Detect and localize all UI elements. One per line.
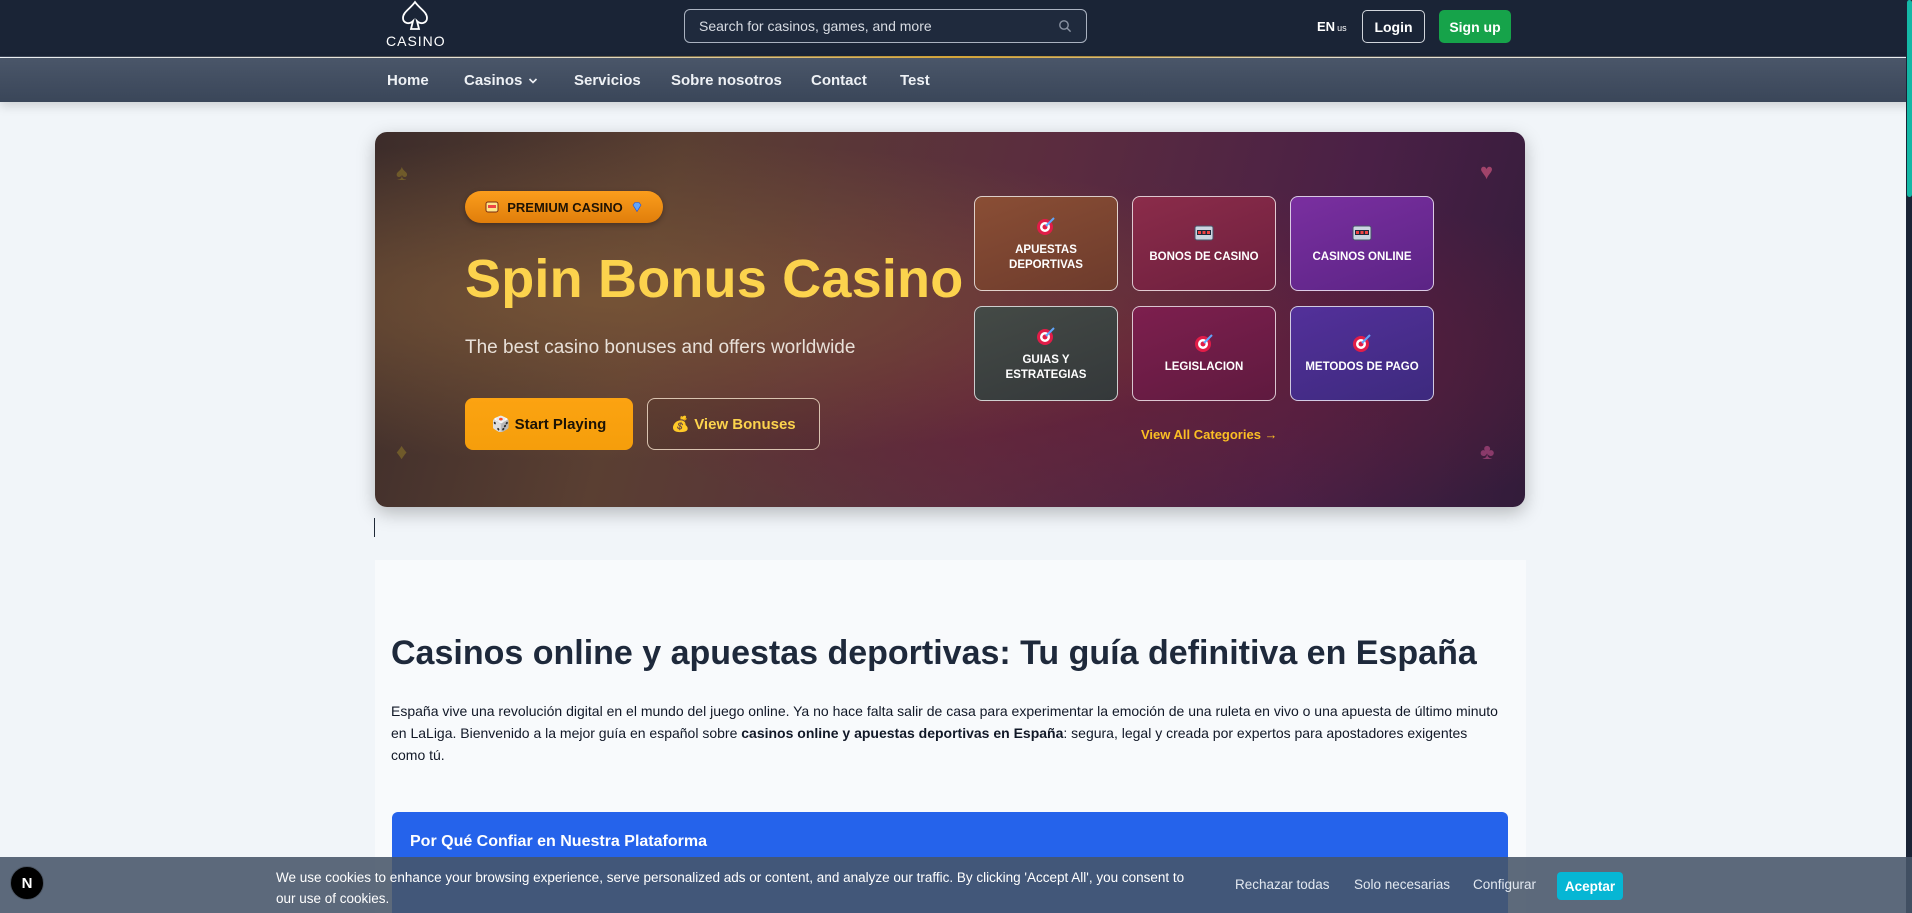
slot-machine-icon — [1352, 225, 1372, 241]
view-bonuses-button[interactable]: 💰 View Bonuses — [647, 398, 820, 450]
diamond-suit-icon: ♦ — [396, 439, 408, 464]
diamond-gem-icon — [632, 202, 642, 213]
target-icon — [1037, 217, 1055, 236]
trust-title: Por Qué Confiar en Nuestra Plataforma — [410, 833, 707, 850]
category-label: GUIAS Y ESTRATEGIAS — [1005, 354, 1087, 381]
nav-item-contact[interactable]: Contact — [811, 72, 867, 89]
search-box[interactable] — [684, 9, 1087, 43]
logo-text: CASINO — [386, 33, 446, 49]
view-all-categories-link[interactable]: View All Categories → — [1141, 427, 1278, 442]
scrollbar-thumb[interactable] — [1907, 0, 1912, 197]
language-selector[interactable]: EN us — [1317, 19, 1347, 34]
category-label: BONOS DE CASINO — [1149, 251, 1259, 264]
category-legislacion[interactable]: LEGISLACION — [1132, 306, 1276, 401]
category-apuestas-deportivas[interactable]: APUESTAS DEPORTIVAS — [974, 196, 1118, 291]
chevron-down-icon — [529, 78, 538, 84]
category-label: LEGISLACION — [1164, 361, 1244, 374]
category-bonos-de-casino[interactable]: BONOS DE CASINO — [1132, 196, 1276, 291]
content-title: Casinos online y apuestas deportivas: Tu… — [391, 634, 1477, 672]
language-code: EN — [1317, 19, 1336, 34]
signup-button[interactable]: Sign up — [1439, 10, 1511, 43]
spade-icon — [402, 0, 428, 30]
category-label: APUESTAS DEPORTIVAS — [1009, 244, 1083, 271]
start-playing-button[interactable]: 🎲 Start Playing — [465, 398, 633, 450]
category-guias-y-estrategias[interactable]: GUIAS Y ESTRATEGIAS — [974, 306, 1118, 401]
target-icon — [1195, 334, 1213, 353]
slot-machine-icon — [1194, 225, 1214, 241]
text-caret — [374, 518, 375, 537]
nav-item-servicios[interactable]: Servicios — [574, 72, 641, 89]
category-label: METODOS DE PAGO — [1305, 361, 1419, 374]
nav-item-casinos[interactable]: Casinos — [464, 72, 538, 89]
slot-machine-icon — [485, 201, 499, 213]
reject-all-button[interactable]: Rechazar todas — [1235, 877, 1330, 892]
category-label: CASINOS ONLINE — [1312, 251, 1412, 264]
start-label: Start Playing — [514, 416, 607, 433]
top-header: CASINO ENus Login Sign up — [0, 0, 1912, 59]
money-bag-icon: 💰 — [671, 416, 695, 433]
heart-suit-icon: ♥ — [1480, 159, 1494, 184]
badge-label: PREMIUM CASINO — [507, 199, 623, 215]
necessary-only-button[interactable]: Solo necesarias — [1354, 877, 1450, 892]
search-icon[interactable] — [1058, 19, 1072, 33]
spade-suit-icon: ♠ — [396, 160, 408, 185]
casino-logo[interactable]: CASINO — [386, 0, 446, 50]
nav-item-test[interactable]: Test — [900, 72, 930, 89]
view-label: View Bonuses — [694, 416, 796, 433]
club-suit-icon: ♣ — [1480, 439, 1495, 464]
hero-banner: ♠ ♥ ♦ ♣ PREMIUM CASINO Spin Bonus Casino… — [375, 132, 1525, 507]
target-icon — [1353, 334, 1371, 353]
hero-title: Spin Bonus Casino — [465, 249, 964, 309]
intro-bold-text: casinos online y apuestas deportivas en … — [741, 725, 1064, 741]
cookie-text: We use cookies to enhance your browsing … — [276, 870, 1185, 906]
main-nav: Home Casinos Servicios Sobre nosotros Co… — [0, 58, 1912, 102]
dev-tools-badge[interactable]: N — [10, 866, 44, 900]
language-region: us — [1337, 23, 1347, 33]
premium-badge: PREMIUM CASINO — [465, 191, 663, 223]
search-input[interactable] — [699, 18, 1058, 34]
intro-paragraph: España vive una revolución digital en el… — [391, 700, 1501, 766]
category-metodos-de-pago[interactable]: METODOS DE PAGO — [1290, 306, 1434, 401]
configure-button[interactable]: Configurar — [1473, 877, 1536, 892]
dice-icon: 🎲 — [491, 416, 515, 433]
nav-item-home[interactable]: Home — [387, 72, 429, 89]
nav-item-label: Casinos — [464, 72, 523, 89]
nav-item-sobre-nosotros[interactable]: Sobre nosotros — [671, 72, 782, 89]
target-icon — [1037, 327, 1055, 346]
hero-subtitle: The best casino bonuses and offers world… — [465, 337, 856, 358]
category-casinos-online[interactable]: CASINOS ONLINE — [1290, 196, 1434, 291]
accept-button[interactable]: Aceptar — [1557, 872, 1623, 900]
login-button[interactable]: Login — [1362, 10, 1425, 43]
cookie-banner: We use cookies to enhance your browsing … — [0, 857, 1912, 913]
